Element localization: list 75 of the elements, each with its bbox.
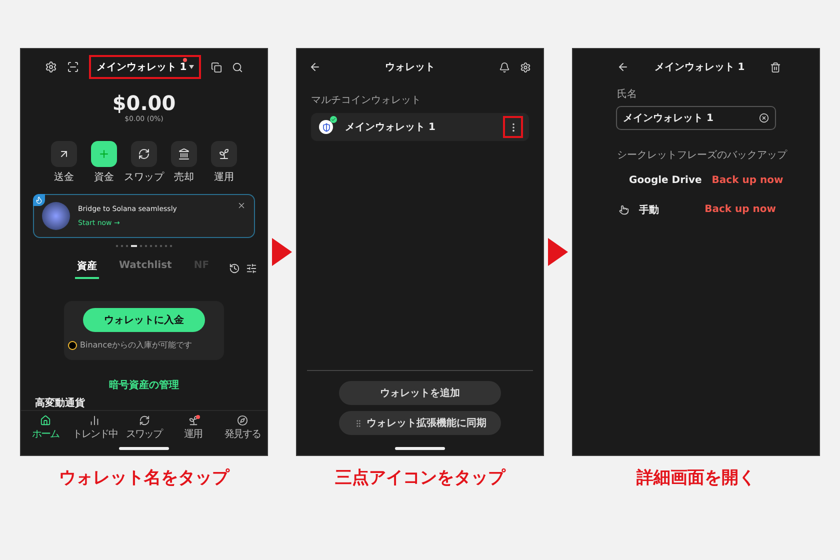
close-button[interactable] [237, 201, 246, 210]
sprout-icon [218, 148, 230, 160]
action-label: 売却 [174, 170, 194, 184]
history-icon[interactable] [229, 263, 240, 274]
section-label: シークレットフレーズのバックアップ [617, 148, 788, 162]
trash-icon[interactable] [770, 62, 781, 72]
home-icon [40, 415, 52, 426]
balance: $0.00 [111, 91, 177, 115]
hand-icon [619, 204, 629, 214]
action-label: 運用 [214, 171, 234, 184]
swap-icon [138, 148, 150, 160]
backup-link[interactable]: Back up now [712, 175, 784, 186]
backup-link[interactable]: Back up now [704, 204, 776, 215]
nav-item[interactable]: ホーム [21, 415, 70, 442]
wallet-row[interactable]: メインウォレット 1 [311, 113, 529, 141]
screen-title: ウォレット [384, 61, 436, 74]
copy-icon[interactable] [210, 62, 222, 72]
tab[interactable]: 資産 [75, 258, 99, 279]
more-button[interactable] [503, 116, 523, 138]
flame-icon [33, 194, 45, 206]
filter-icon[interactable] [246, 263, 258, 274]
clear-icon[interactable] [759, 113, 769, 123]
sprout-icon [188, 415, 199, 426]
action-button[interactable] [51, 141, 77, 167]
settings-icon[interactable] [520, 62, 531, 72]
wallet-button[interactable]: ウォレット拡張機能に同期 [339, 411, 501, 435]
home-indicator [395, 447, 445, 450]
manage-link[interactable]: 暗号資産の管理 [21, 378, 267, 392]
action-button[interactable] [211, 141, 237, 167]
backup-label: Google Drive [629, 175, 702, 186]
backup-label: 手動 [639, 204, 660, 216]
add-button[interactable] [91, 141, 117, 167]
action-label: 送金 [54, 171, 74, 184]
deposit-note: Binanceからの入庫が可能です [80, 340, 192, 351]
nav-item[interactable]: 発見する [218, 415, 267, 442]
arrow-icon [272, 238, 292, 266]
settings-icon[interactable] [45, 61, 58, 73]
swap-icon [138, 415, 150, 426]
step-caption: ウォレット名をタップ [58, 467, 231, 489]
wallet-name-button[interactable]: メインウォレット 1 [89, 55, 201, 79]
chart-icon [89, 415, 100, 426]
bell-icon[interactable] [499, 62, 510, 72]
plus-icon [98, 148, 110, 160]
search-icon[interactable] [232, 62, 243, 72]
grip-icon [354, 418, 362, 428]
scan-icon[interactable] [67, 61, 80, 73]
action-button[interactable] [131, 141, 157, 167]
step-caption: 詳細画面を開く [635, 467, 756, 489]
shield-icon [322, 122, 330, 132]
arrow-icon [548, 238, 568, 266]
action-label: スワップ [124, 170, 164, 184]
section-label: マルチコインウォレット [311, 94, 422, 107]
nav-item[interactable]: 運用 [168, 415, 218, 442]
coin-icon [68, 340, 77, 350]
nav-item[interactable]: スワップ [119, 415, 169, 442]
section-title: 高変動通貨 [35, 396, 86, 410]
compass-icon [236, 415, 248, 426]
arrow-icon [58, 148, 70, 160]
step-caption: 三点アイコンをタップ [334, 467, 507, 489]
bank-icon [178, 148, 190, 160]
name-field[interactable]: メインウォレット 1 [616, 106, 776, 130]
caret-icon [188, 65, 194, 69]
field-label: 氏名 [617, 88, 638, 101]
action-button[interactable] [171, 141, 197, 167]
back-icon[interactable] [309, 61, 321, 73]
tab[interactable]: Watchlist [117, 260, 174, 278]
back-icon[interactable] [617, 61, 629, 73]
wallet-name: メインウォレット 1 [345, 121, 436, 134]
action-label: 資金 [94, 171, 114, 184]
wallet-button[interactable]: ウォレットを追加 [339, 381, 501, 405]
screen-title: メインウォレット 1 [653, 61, 746, 74]
nav-item[interactable]: トレンド中 [70, 415, 120, 442]
home-indicator [119, 447, 169, 450]
promo-artwork [42, 202, 70, 230]
deposit-button[interactable]: ウォレットに入金 [83, 308, 205, 332]
